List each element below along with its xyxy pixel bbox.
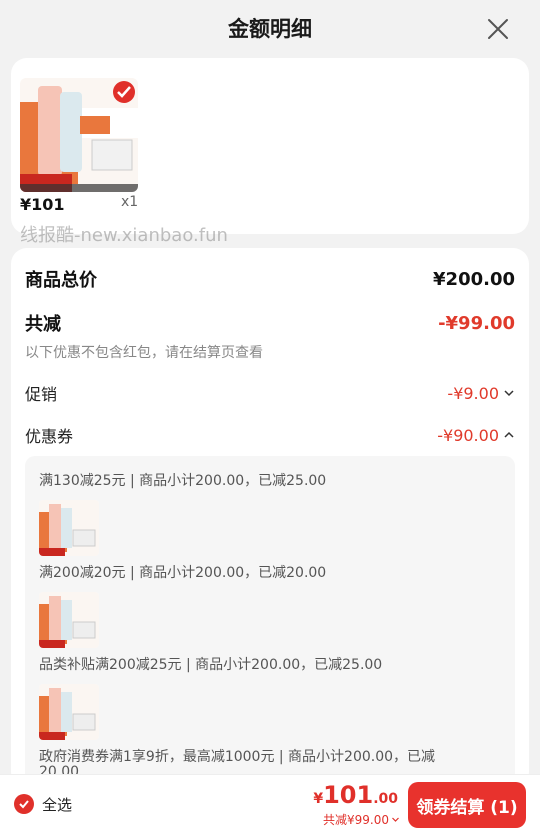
promo-value: -¥9.00: [447, 383, 499, 403]
coupon-product-thumb: [39, 592, 99, 648]
price-integer: 101: [323, 781, 374, 809]
coupon-value: -¥90.00: [437, 425, 499, 445]
select-all-label[interactable]: 全选: [42, 794, 72, 815]
promo-label: 促销: [25, 385, 58, 404]
product-card: ¥101 x1: [11, 58, 529, 234]
select-all-checkbox[interactable]: [14, 794, 34, 814]
discount-row: 共减 -¥99.00: [25, 310, 515, 336]
coupon-label: 优惠券: [25, 427, 74, 446]
total-label: 商品总价: [25, 270, 97, 291]
promo-value-wrap: -¥9.00: [447, 384, 515, 403]
promo-row[interactable]: 促销 -¥9.00: [25, 381, 515, 405]
watermark: 线报酷-new.xianbao.fun: [20, 225, 228, 246]
header: 金额明细: [0, 0, 540, 56]
total-row: 商品总价 ¥200.00: [25, 266, 515, 292]
total-price: ¥ 101 .00: [313, 781, 398, 809]
coupon-row[interactable]: 优惠券 -¥90.00: [25, 423, 515, 447]
coupon-item: 政府消费券满1享9折，最高减1000元 | 商品小计200.00，已减: [39, 749, 436, 765]
discount-label: 共减: [25, 314, 61, 335]
saved-amount[interactable]: 共减¥99.00: [323, 811, 400, 828]
checkout-button[interactable]: 领券结算 (1): [408, 782, 526, 828]
saved-text: 共减¥99.00: [323, 813, 389, 827]
coupon-item: 满130减25元 | 商品小计200.00，已减25.00: [39, 473, 327, 489]
product-qty: x1: [121, 194, 139, 210]
check-icon: [19, 800, 29, 809]
page-title: 金额明细: [228, 17, 312, 41]
close-icon[interactable]: [486, 17, 510, 41]
coupon-product-thumb: [39, 500, 99, 556]
coupon-value-wrap: -¥90.00: [437, 426, 515, 445]
coupon-item: 品类补贴满200减25元 | 商品小计200.00，已减25.00: [39, 657, 383, 673]
product-price: ¥101: [20, 195, 65, 214]
coupon-list: 满130减25元 | 商品小计200.00，已减25.00 满200减20元 |…: [25, 456, 515, 788]
chevron-down-icon[interactable]: [503, 387, 515, 399]
discount-note: 以下优惠不包含红包，请在结算页查看: [25, 345, 263, 361]
discount-value: -¥99.00: [438, 312, 515, 334]
total-value: ¥200.00: [433, 268, 515, 290]
coupon-product-thumb: [39, 684, 99, 740]
chevron-down-icon: [392, 817, 399, 822]
price-decimal: .00: [373, 791, 398, 807]
yen-symbol: ¥: [313, 791, 324, 807]
price-detail-card: 商品总价 ¥200.00 共减 -¥99.00 以下优惠不包含红包，请在结算页查…: [11, 248, 529, 788]
chevron-up-icon[interactable]: [503, 429, 515, 441]
product-image[interactable]: [20, 78, 138, 192]
bottom-bar: 全选 ¥ 101 .00 共减¥99.00 领券结算 (1): [0, 774, 540, 832]
coupon-item: 满200减20元 | 商品小计200.00，已减20.00: [39, 565, 327, 581]
